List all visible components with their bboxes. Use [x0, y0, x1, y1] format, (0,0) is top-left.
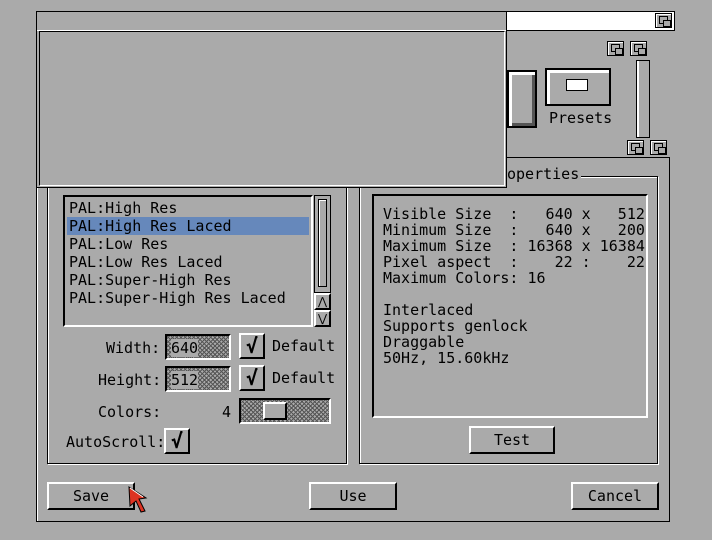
list-item[interactable]: PAL:Super-High Res — [67, 271, 309, 289]
property-interlaced: Interlaced — [383, 301, 474, 319]
list-item[interactable]: PAL:Low Res — [67, 235, 309, 253]
cancel-button[interactable]: Cancel — [571, 482, 659, 510]
property-maximum-colors: Maximum Colors: 16 — [383, 269, 546, 287]
colors-slider[interactable] — [239, 398, 331, 424]
partial-drawer-icon[interactable] — [507, 70, 537, 128]
properties-panel: Visible Size : 640 x 512 Minimum Size : … — [372, 194, 648, 418]
depth-gadget-icon[interactable] — [630, 41, 647, 56]
mode-list-scrollbar[interactable] — [314, 195, 331, 293]
width-value: 640 — [171, 339, 199, 357]
requester-inner-area — [39, 31, 505, 186]
zoom-gadget-icon[interactable] — [627, 140, 644, 155]
scroll-up-button[interactable]: ⋀ — [314, 293, 331, 310]
autoscroll-checkbox[interactable]: √ — [164, 428, 190, 454]
mode-list[interactable]: PAL:High Res PAL:High Res Laced PAL:Low Re… — [63, 195, 313, 327]
width-default-label: Default — [272, 337, 336, 355]
property-draggable: Draggable — [383, 333, 465, 351]
height-value: 512 — [171, 371, 199, 389]
requester-titlebar[interactable] — [37, 12, 506, 31]
drawer-handle-icon — [566, 79, 588, 91]
presets-drawer-icon[interactable] — [545, 68, 611, 106]
colors-label: Colors: — [98, 403, 162, 421]
list-item[interactable]: PAL:High Res — [67, 199, 309, 217]
autoscroll-label: AutoScroll: — [66, 433, 166, 451]
property-minimum-size: Minimum Size : 640 x 200 — [383, 221, 645, 239]
depth-gadget-icon[interactable] — [655, 13, 672, 28]
height-default-checkbox[interactable]: √ — [239, 365, 265, 391]
zoom-gadget-icon[interactable] — [607, 41, 624, 56]
property-blank — [383, 286, 637, 302]
use-button[interactable]: Use — [309, 482, 397, 510]
list-item[interactable]: PAL:High Res Laced — [67, 217, 309, 235]
test-button[interactable]: Test — [469, 426, 555, 454]
scroll-down-button[interactable]: ⋁ — [314, 310, 331, 327]
property-visible-size: Visible Size : 640 x 512 — [383, 205, 645, 223]
colors-value: 4 — [221, 403, 231, 421]
drawer-scrollbar[interactable] — [636, 60, 650, 138]
colors-slider-knob[interactable] — [263, 402, 287, 420]
width-input[interactable]: 640 — [165, 334, 231, 360]
mode-list-items: PAL:High Res PAL:High Res Laced PAL:Low Re… — [67, 199, 309, 323]
presets-label: Presets — [549, 109, 613, 127]
depth-gadget-icon[interactable] — [650, 140, 667, 155]
height-label: Height: — [98, 371, 162, 389]
empty-requester-window — [36, 11, 507, 188]
width-label: Width: — [106, 339, 161, 357]
height-input[interactable]: 512 — [165, 366, 231, 392]
property-maximum-size: Maximum Size : 16368 x 16384 — [383, 237, 645, 255]
list-item[interactable]: PAL:Super-High Res Laced — [67, 289, 309, 307]
save-button[interactable]: Save — [47, 482, 135, 510]
width-default-checkbox[interactable]: √ — [239, 333, 265, 359]
property-frequency: 50Hz, 15.60kHz — [383, 349, 510, 367]
background-window-titlebar — [505, 11, 675, 31]
height-default-label: Default — [272, 369, 336, 387]
properties-title: operties — [505, 165, 582, 183]
property-genlock: Supports genlock — [383, 317, 528, 335]
property-pixel-aspect: Pixel aspect : 22 : 22 — [383, 253, 645, 271]
mouse-pointer-icon — [128, 486, 148, 513]
list-item[interactable]: PAL:Low Res Laced — [67, 253, 309, 271]
scrollbar-knob[interactable] — [318, 199, 327, 287]
